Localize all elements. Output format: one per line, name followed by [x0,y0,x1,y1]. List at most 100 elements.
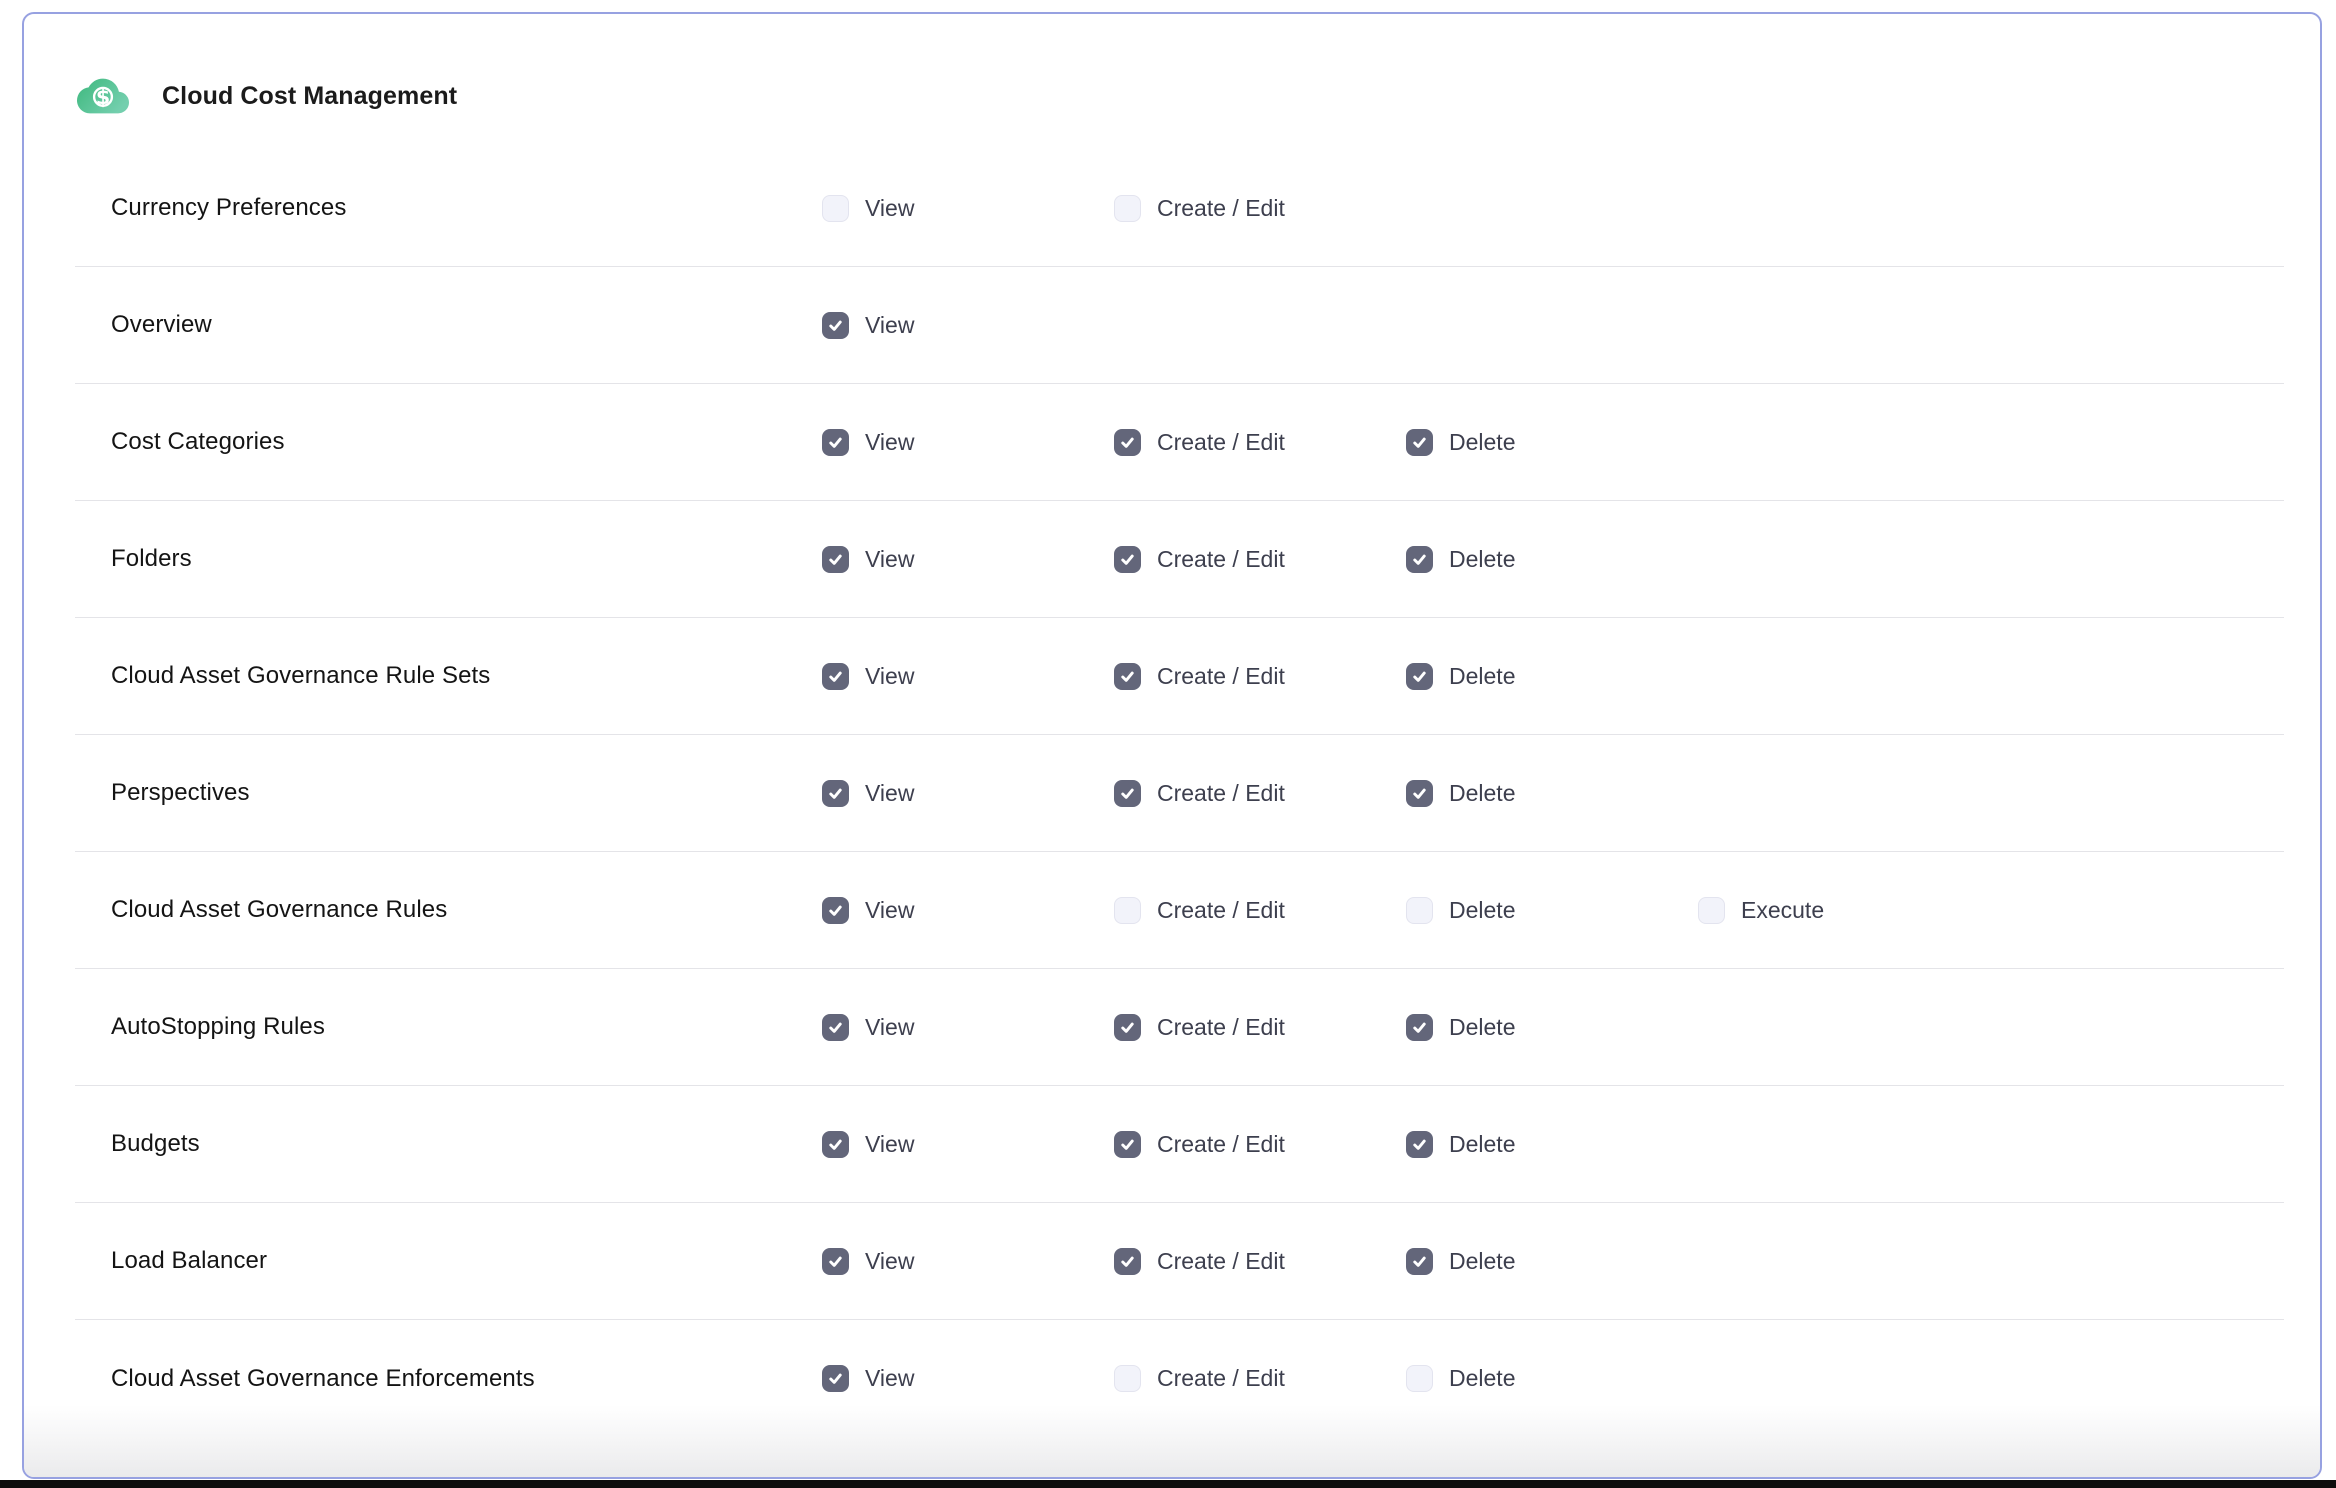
permission-toggle-create-edit[interactable]: Create / Edit [1114,780,1285,807]
checkbox-unchecked-icon[interactable] [1114,195,1141,222]
permission-toggle-create-edit[interactable]: Create / Edit [1114,1131,1285,1158]
checkbox-checked-icon[interactable] [1406,429,1433,456]
checkbox-checked-icon[interactable] [822,1365,849,1392]
permission-toggle-delete[interactable]: Delete [1406,1014,1515,1041]
checkbox-checked-icon[interactable] [1114,1131,1141,1158]
resource-label: Overview [75,311,822,339]
permission-toggle-view[interactable]: View [822,429,914,456]
checkbox-checked-icon[interactable] [1114,1014,1141,1041]
permission-toggle-delete[interactable]: Delete [1406,897,1515,924]
permission-toggle-create-edit[interactable]: Create / Edit [1114,546,1285,573]
permission-label: Delete [1449,1014,1515,1041]
permission-label: Execute [1741,897,1824,924]
resource-label: Perspectives [75,779,822,807]
checkbox-checked-icon[interactable] [822,780,849,807]
permission-label: Delete [1449,546,1515,573]
permission-label: Create / Edit [1157,429,1285,456]
permission-toggle-delete[interactable]: Delete [1406,546,1515,573]
checkbox-unchecked-icon[interactable] [1114,897,1141,924]
checkbox-checked-icon[interactable] [822,546,849,573]
permission-label: View [865,897,914,924]
checkbox-checked-icon[interactable] [1114,546,1141,573]
permission-toggle-create-edit[interactable]: Create / Edit [1114,897,1285,924]
checkbox-checked-icon[interactable] [822,663,849,690]
permission-toggle-view[interactable]: View [822,1365,914,1392]
permission-toggle-view[interactable]: View [822,546,914,573]
resource-label: Folders [75,545,822,573]
permission-toggle-view[interactable]: View [822,1014,914,1041]
permission-toggle-view[interactable]: View [822,1248,914,1275]
resource-label: Cloud Asset Governance Rules [75,896,822,924]
permission-label: View [865,429,914,456]
permission-row-10: Cloud Asset Governance Enforcements View… [75,1320,2284,1437]
permission-toggle-view[interactable]: View [822,1131,914,1158]
checkbox-checked-icon[interactable] [822,1014,849,1041]
checkmark-icon [1411,1019,1428,1036]
resource-label: Load Balancer [75,1247,822,1275]
checkbox-checked-icon[interactable] [1406,546,1433,573]
screen: $ Cloud Cost Management Currency Prefere… [0,0,2336,1488]
checkbox-checked-icon[interactable] [1114,429,1141,456]
permission-toggle-create-edit[interactable]: Create / Edit [1114,195,1285,222]
checkmark-icon [1119,785,1136,802]
permission-label: View [865,546,914,573]
checkmark-icon [1119,1253,1136,1270]
permission-toggle-delete[interactable]: Delete [1406,1131,1515,1158]
permission-toggle-delete[interactable]: Delete [1406,780,1515,807]
permission-label: View [865,312,914,339]
checkmark-icon [1411,434,1428,451]
checkbox-checked-icon[interactable] [1406,1248,1433,1275]
checkbox-unchecked-icon[interactable] [1698,897,1725,924]
permission-label: View [865,1014,914,1041]
permission-label: Create / Edit [1157,195,1285,222]
checkmark-icon [827,902,844,919]
checkbox-checked-icon[interactable] [1406,1131,1433,1158]
permission-toggle-delete[interactable]: Delete [1406,663,1515,690]
permission-label: Delete [1449,429,1515,456]
checkmark-icon [1411,1253,1428,1270]
permission-label: Delete [1449,1365,1515,1392]
permission-toggle-create-edit[interactable]: Create / Edit [1114,663,1285,690]
checkbox-unchecked-icon[interactable] [822,195,849,222]
permission-toggle-delete[interactable]: Delete [1406,1248,1515,1275]
checkbox-checked-icon[interactable] [1114,780,1141,807]
checkbox-checked-icon[interactable] [822,429,849,456]
checkmark-icon [827,1253,844,1270]
permission-toggle-delete[interactable]: Delete [1406,429,1515,456]
permission-label: Create / Edit [1157,1131,1285,1158]
checkbox-checked-icon[interactable] [1114,663,1141,690]
checkmark-icon [827,1019,844,1036]
checkbox-checked-icon[interactable] [1406,780,1433,807]
checkbox-checked-icon[interactable] [822,1248,849,1275]
checkbox-unchecked-icon[interactable] [1406,1365,1433,1392]
resource-label: Budgets [75,1130,822,1158]
permission-toggle-view[interactable]: View [822,312,914,339]
permission-toggle-view[interactable]: View [822,195,914,222]
checkbox-unchecked-icon[interactable] [1114,1365,1141,1392]
permission-toggle-delete[interactable]: Delete [1406,1365,1515,1392]
permission-toggle-view[interactable]: View [822,780,914,807]
permission-toggle-create-edit[interactable]: Create / Edit [1114,429,1285,456]
permission-row-7: AutoStopping Rules View Create / Edit De… [75,969,2284,1086]
checkmark-icon [1119,1136,1136,1153]
permission-toggle-execute[interactable]: Execute [1698,897,1824,924]
resource-label: Cloud Asset Governance Enforcements [75,1365,822,1393]
permission-label: Create / Edit [1157,546,1285,573]
checkmark-icon [827,551,844,568]
permission-toggle-create-edit[interactable]: Create / Edit [1114,1365,1285,1392]
permission-toggle-view[interactable]: View [822,663,914,690]
checkmark-icon [827,1136,844,1153]
checkbox-checked-icon[interactable] [1114,1248,1141,1275]
permission-label: Delete [1449,780,1515,807]
checkbox-checked-icon[interactable] [1406,663,1433,690]
checkbox-checked-icon[interactable] [822,897,849,924]
checkbox-checked-icon[interactable] [1406,1014,1433,1041]
permission-label: Delete [1449,663,1515,690]
checkmark-icon [827,1370,844,1387]
checkbox-unchecked-icon[interactable] [1406,897,1433,924]
checkbox-checked-icon[interactable] [822,1131,849,1158]
permission-toggle-view[interactable]: View [822,897,914,924]
checkbox-checked-icon[interactable] [822,312,849,339]
permission-toggle-create-edit[interactable]: Create / Edit [1114,1014,1285,1041]
permission-toggle-create-edit[interactable]: Create / Edit [1114,1248,1285,1275]
